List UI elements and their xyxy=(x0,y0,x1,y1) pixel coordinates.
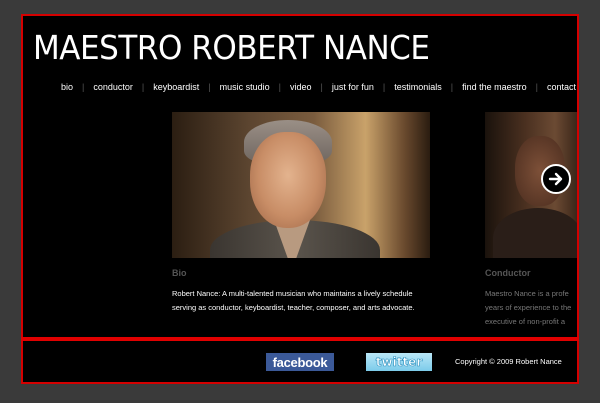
nav-item-keyboardist[interactable]: keyboardist xyxy=(153,82,199,92)
nav-item-testimonials[interactable]: testimonials xyxy=(394,82,442,92)
slide-text: Robert Nance: A multi-talented musician … xyxy=(172,289,415,312)
main-panel: MAESTRO ROBERT NANCE bio | conductor | k… xyxy=(21,14,579,339)
facebook-button[interactable]: facebook xyxy=(266,353,334,371)
nav-item-contact[interactable]: contact xyxy=(547,82,576,92)
slide-text-line: years of experience to the xyxy=(485,303,572,312)
photo-suit xyxy=(493,208,577,258)
nav-item-video[interactable]: video xyxy=(290,82,312,92)
slide-bio: Bio Robert Nance: A multi-talented music… xyxy=(172,112,432,315)
nav-separator: | xyxy=(82,82,85,92)
nav-separator: | xyxy=(208,82,211,92)
nav-item-find-the-maestro[interactable]: find the maestro xyxy=(462,82,527,92)
bio-photo[interactable] xyxy=(172,112,430,258)
copyright-text: Copyright © 2009 Robert Nance xyxy=(455,357,562,366)
nav-separator: | xyxy=(320,82,323,92)
site-title: MAESTRO ROBERT NANCE xyxy=(33,28,430,67)
nav-item-conductor[interactable]: conductor xyxy=(93,82,133,92)
slide-text: Maestro Nance is a profe years of experi… xyxy=(485,287,577,329)
slide-heading: Conductor xyxy=(485,268,531,278)
nav-item-music-studio[interactable]: music studio xyxy=(220,82,270,92)
slide-conductor: Conductor Maestro Nance is a profe years… xyxy=(485,112,577,329)
arrow-right-circle-icon xyxy=(548,172,563,186)
nav-item-just-for-fun[interactable]: just for fun xyxy=(332,82,374,92)
nav-separator: | xyxy=(141,82,145,92)
nav-item-bio[interactable]: bio xyxy=(61,82,73,92)
slide-heading: Bio xyxy=(172,268,187,278)
next-slide-button[interactable] xyxy=(541,164,571,194)
slide-text-line: Maestro Nance is a profe xyxy=(485,289,569,298)
nav-separator: | xyxy=(535,82,538,92)
slide-text-line: executive of non-profit a xyxy=(485,317,566,326)
nav-separator: | xyxy=(450,82,454,92)
twitter-button[interactable]: twitter xyxy=(366,353,432,371)
nav-separator: | xyxy=(382,82,386,92)
nav-separator: | xyxy=(278,82,281,92)
photo-face xyxy=(250,132,326,228)
main-nav: bio | conductor | keyboardist | music st… xyxy=(61,82,576,92)
